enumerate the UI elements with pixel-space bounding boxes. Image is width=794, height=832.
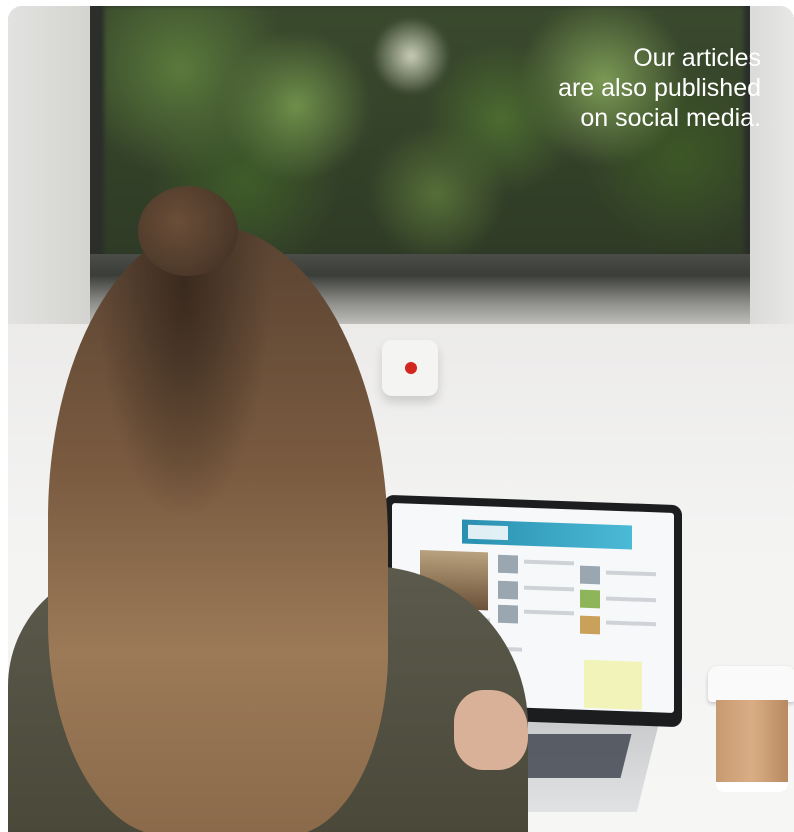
article-thumb (580, 589, 600, 609)
article-thumb (580, 565, 600, 585)
laptop-keys (514, 734, 632, 778)
coffee-cup-base (716, 782, 788, 792)
text-line (524, 559, 574, 566)
caption-text: Our articles are also published on socia… (558, 43, 761, 133)
text-line (606, 570, 656, 577)
caption-line: are also published (558, 74, 761, 102)
text-line (606, 596, 656, 603)
coffee-cup-sleeve (716, 700, 788, 792)
hand-on-keyboard (454, 690, 528, 770)
coffee-cup (708, 666, 794, 796)
text-line (524, 585, 574, 592)
woman-from-behind (8, 186, 528, 832)
hair-bun (138, 186, 238, 276)
sidebar-note (584, 659, 642, 710)
long-hair (48, 226, 388, 832)
text-line (606, 620, 656, 627)
caption-line: on social media. (580, 104, 761, 132)
coffee-cup-lid (708, 666, 794, 702)
text-line (524, 609, 574, 616)
caption-line: Our articles (633, 44, 761, 72)
article-thumb (580, 615, 600, 635)
